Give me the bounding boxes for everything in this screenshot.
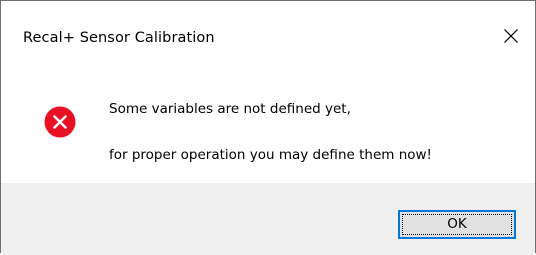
button-bar: OK xyxy=(1,183,535,255)
close-icon xyxy=(504,29,518,43)
message-line-2: for proper operation you may define them… xyxy=(109,147,432,163)
window-title: Recal+ Sensor Calibration xyxy=(23,30,215,46)
ok-button[interactable]: OK xyxy=(398,210,516,239)
ok-button-label: OK xyxy=(447,216,467,232)
title-bar: Recal+ Sensor Calibration xyxy=(1,1,535,61)
message-line-1: Some variables are not defined yet, xyxy=(109,101,351,117)
close-button[interactable] xyxy=(488,15,534,59)
error-icon xyxy=(44,106,76,138)
dialog-content: Some variables are not defined yet, for … xyxy=(1,61,535,183)
message-dialog: Recal+ Sensor Calibration Some variables… xyxy=(0,0,536,255)
